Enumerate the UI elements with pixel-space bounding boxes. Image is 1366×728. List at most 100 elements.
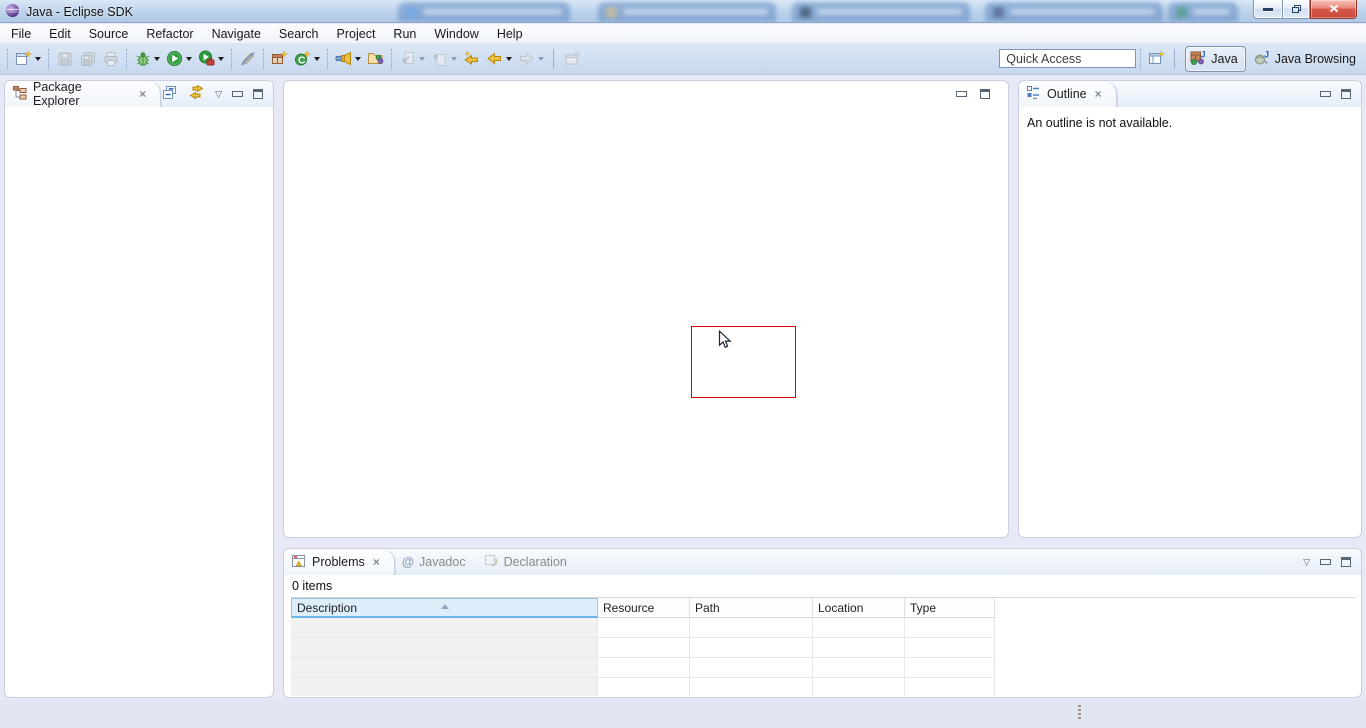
minimize-view-icon[interactable] bbox=[232, 91, 243, 97]
menu-navigate[interactable]: Navigate bbox=[203, 25, 270, 43]
maximize-view-icon[interactable] bbox=[980, 89, 990, 99]
eclipse-window: Java - Eclipse SDK File Edit Source Refa… bbox=[0, 0, 1366, 728]
menu-bar: File Edit Source Refactor Navigate Searc… bbox=[0, 24, 1366, 43]
outline-message: An outline is not available. bbox=[1019, 107, 1361, 139]
column-header-description[interactable]: Description bbox=[291, 598, 598, 618]
external-tools-dropdown-arrow[interactable] bbox=[218, 57, 224, 64]
maximize-view-icon[interactable] bbox=[1341, 557, 1351, 567]
problems-table: Description Resource Path Location Type bbox=[291, 597, 1355, 696]
menu-help[interactable]: Help bbox=[488, 25, 532, 43]
debug-button[interactable] bbox=[131, 47, 154, 71]
new-java-class-button[interactable]: C bbox=[291, 47, 314, 71]
collapse-all-button[interactable] bbox=[161, 84, 178, 104]
external-tools-button[interactable] bbox=[195, 47, 218, 71]
package-explorer-body[interactable] bbox=[5, 107, 273, 697]
column-header-path[interactable]: Path bbox=[690, 598, 813, 618]
close-tab-icon[interactable]: × bbox=[139, 88, 146, 100]
toolbar-separator bbox=[1140, 49, 1141, 69]
open-perspective-button[interactable] bbox=[1145, 47, 1168, 71]
new-java-project-button[interactable] bbox=[268, 47, 291, 71]
last-edit-location-button[interactable] bbox=[396, 47, 419, 71]
problems-icon bbox=[291, 553, 307, 572]
open-task-button[interactable] bbox=[560, 47, 583, 71]
minimize-view-icon[interactable] bbox=[956, 91, 967, 97]
toolbar-separator bbox=[48, 49, 49, 69]
problems-panel: Problems × @ Javadoc Declaration ▽ 0 ite… bbox=[283, 548, 1362, 698]
debug-dropdown-arrow[interactable] bbox=[154, 57, 160, 64]
quick-access-input[interactable] bbox=[999, 49, 1136, 68]
tab-outline[interactable]: Outline × bbox=[1019, 81, 1117, 107]
ghost-browser-tab bbox=[598, 2, 776, 22]
editor-area[interactable] bbox=[283, 80, 1009, 538]
column-header-type[interactable]: Type bbox=[905, 598, 995, 618]
toolbar-separator bbox=[553, 49, 554, 69]
maximize-view-icon[interactable] bbox=[1341, 89, 1351, 99]
open-type-button[interactable] bbox=[364, 47, 387, 71]
save-button[interactable] bbox=[53, 47, 76, 71]
back-button[interactable] bbox=[483, 47, 506, 71]
close-tab-icon[interactable]: × bbox=[373, 556, 380, 568]
tab-package-explorer[interactable]: Package Explorer × bbox=[5, 81, 161, 107]
last-edit-dropdown-arrow[interactable] bbox=[419, 57, 425, 64]
view-menu-icon[interactable]: ▽ bbox=[215, 90, 222, 99]
minimize-view-icon[interactable] bbox=[1320, 91, 1331, 97]
table-row bbox=[291, 638, 1355, 658]
new-dropdown-arrow[interactable] bbox=[35, 57, 41, 64]
close-window-button[interactable] bbox=[1310, 0, 1357, 19]
package-explorer-panel: Package Explorer × ▽ bbox=[4, 80, 274, 698]
view-menu-icon[interactable]: ▽ bbox=[1303, 558, 1310, 567]
previous-annotation-button[interactable] bbox=[428, 47, 451, 71]
print-button[interactable] bbox=[99, 47, 122, 71]
minimize-view-icon[interactable] bbox=[1320, 559, 1331, 565]
link-with-editor-button[interactable] bbox=[188, 84, 205, 104]
column-header-resource[interactable]: Resource bbox=[598, 598, 690, 618]
previous-annotation-dropdown-arrow[interactable] bbox=[451, 57, 457, 64]
menu-project[interactable]: Project bbox=[328, 25, 385, 43]
search-dropdown-arrow[interactable] bbox=[355, 57, 361, 64]
column-header-location[interactable]: Location bbox=[813, 598, 905, 618]
menu-search[interactable]: Search bbox=[270, 25, 328, 43]
run-button[interactable] bbox=[163, 47, 186, 71]
svg-text:J: J bbox=[1201, 49, 1206, 59]
tab-javadoc[interactable]: @ Javadoc bbox=[395, 549, 476, 575]
close-tab-icon[interactable]: × bbox=[1095, 88, 1102, 100]
back-dropdown-arrow[interactable] bbox=[506, 57, 512, 64]
forward-dropdown-arrow[interactable] bbox=[538, 57, 544, 64]
tab-problems[interactable]: Problems × bbox=[284, 549, 395, 575]
run-dropdown-arrow[interactable] bbox=[186, 57, 192, 64]
restore-window-button[interactable] bbox=[1282, 0, 1310, 19]
restore-icon bbox=[1292, 5, 1301, 13]
forward-button[interactable] bbox=[515, 47, 538, 71]
minimize-window-button[interactable] bbox=[1253, 0, 1282, 19]
perspective-label: Java Browsing bbox=[1275, 52, 1356, 66]
outline-icon bbox=[1026, 85, 1042, 104]
maximize-view-icon[interactable] bbox=[253, 89, 263, 99]
tab-declaration[interactable]: Declaration bbox=[476, 549, 577, 575]
menu-edit[interactable]: Edit bbox=[40, 25, 80, 43]
menu-source[interactable]: Source bbox=[80, 25, 138, 43]
perspective-java-browsing-button[interactable]: J Java Browsing bbox=[1250, 47, 1363, 71]
new-class-dropdown-arrow[interactable] bbox=[314, 57, 320, 64]
status-trim-drag-handle[interactable] bbox=[1078, 705, 1081, 719]
new-wizard-button[interactable] bbox=[12, 47, 35, 71]
package-explorer-icon bbox=[12, 85, 28, 104]
window-title: Java - Eclipse SDK bbox=[26, 5, 133, 19]
table-row bbox=[291, 618, 1355, 638]
menu-refactor[interactable]: Refactor bbox=[137, 25, 202, 43]
toolbar-separator bbox=[126, 49, 127, 69]
close-icon bbox=[1329, 2, 1339, 16]
perspective-java-button[interactable]: J Java bbox=[1185, 46, 1245, 72]
ghost-browser-tab bbox=[985, 2, 1163, 22]
search-button[interactable] bbox=[332, 47, 355, 71]
menu-window[interactable]: Window bbox=[425, 25, 487, 43]
mark-occurrences-button[interactable] bbox=[236, 47, 259, 71]
svg-text:J: J bbox=[1264, 49, 1269, 59]
table-header-row: Description Resource Path Location Type bbox=[291, 598, 1355, 618]
java-browsing-perspective-icon: J bbox=[1254, 49, 1271, 69]
menu-run[interactable]: Run bbox=[384, 25, 425, 43]
outline-header: Outline × bbox=[1019, 81, 1361, 107]
back-to-last-edit-button[interactable] bbox=[460, 47, 483, 71]
menu-file[interactable]: File bbox=[2, 25, 40, 43]
table-row bbox=[291, 678, 1355, 696]
save-all-button[interactable] bbox=[76, 47, 99, 71]
